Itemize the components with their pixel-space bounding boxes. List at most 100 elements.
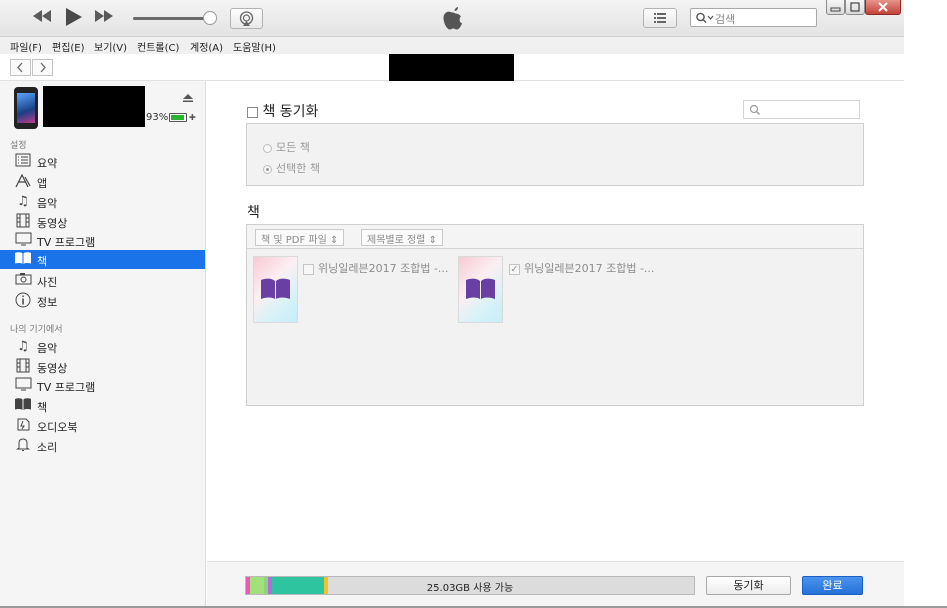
redacted-device-name [389,54,514,81]
book-cover[interactable] [458,256,503,323]
sidebar-item-label: 오디오북 [37,421,78,434]
book-sort-select[interactable]: 제목별로 정렬 ⇕ [361,229,443,246]
sidebar-item-label: 소리 [37,441,58,454]
radio-selected-books-button[interactable] [263,164,272,174]
film-icon [14,213,32,230]
radio-all-books[interactable]: 모든 책 [263,139,310,155]
books-filter-bar: 책 및 PDF 파일 ⇕ 제목별로 정렬 ⇕ [247,225,863,249]
back-button[interactable] [10,59,31,76]
book-item-1[interactable]: 위닝일레븐2017 조합법 -... [303,260,448,276]
book-checkbox-checked[interactable]: ✓ [509,263,520,275]
book-icon [14,397,32,414]
navigation-row [0,54,904,81]
sidebar-item-photos[interactable]: 사진 [0,271,205,290]
search-placeholder: 검색 [715,13,736,26]
camera-icon [14,272,32,289]
settings-section-header: 설정 [10,141,27,151]
apple-logo-icon [441,4,465,32]
play-icon[interactable] [65,7,83,32]
apps-icon [14,173,32,190]
music-note-icon: ♫ [17,194,29,209]
sidebar-item-device-music[interactable]: ♫ 음악 [0,337,205,356]
sidebar-item-device-movies[interactable]: 동영상 [0,357,205,376]
menu-help[interactable]: 도움말(H) [233,39,276,54]
sidebar-item-label: 동영상 [37,217,68,230]
books-list-box: 책 및 PDF 파일 ⇕ 제목별로 정렬 ⇕ 위닝일레븐2017 조합법 -..… [246,224,864,406]
sidebar-item-info[interactable]: 정보 [0,291,205,310]
sidebar-item-device-audiobooks[interactable]: 오디오북 [0,416,205,435]
sync-books-option[interactable]: 책 동기화 [247,101,318,121]
charging-icon: ✚ [189,113,196,122]
airplay-button[interactable] [230,8,263,29]
volume-slider[interactable] [133,17,211,20]
sidebar-item-label: 책 [37,401,48,414]
menu-file[interactable]: 파일(F) [10,39,42,54]
radio-all-books-button[interactable] [263,143,272,153]
sidebar-item-tv[interactable]: TV 프로그램 [0,231,205,250]
books-search-input[interactable] [743,100,860,119]
redacted-device-info [43,86,145,127]
sidebar-item-label: 사진 [37,276,58,289]
battery-icon [169,113,187,122]
sync-books-label: 책 동기화 [262,104,319,120]
search-input[interactable]: 검색 [690,8,817,27]
close-window-button[interactable] [865,0,901,15]
sidebar-item-label: TV 프로그램 [37,381,96,394]
sidebar-item-books[interactable]: 책 [0,250,205,269]
bell-icon [14,437,32,454]
fast-forward-icon[interactable] [94,9,114,28]
radio-selected-books-label: 선택한 책 [276,162,320,175]
radio-all-books-label: 모든 책 [276,141,310,154]
sidebar-item-apps[interactable]: 앱 [0,172,205,191]
bottom-bar: 25.03GB 사용 가능 동기화 완료 [207,561,904,608]
book-checkbox[interactable] [303,263,314,275]
maximize-icon [850,2,860,12]
battery-percentage: 93% [146,112,169,123]
book-cover[interactable] [253,256,298,323]
book-icon [14,251,32,268]
sidebar-item-movies[interactable]: 동영상 [0,212,205,231]
up-next-list-button[interactable] [643,8,677,28]
sidebar-item-label: 음악 [37,197,58,210]
book-cover-icon [466,278,495,299]
radio-selected-books[interactable]: 선택한 책 [263,160,320,176]
player-toolbar: 검색 [0,0,904,37]
sidebar-item-music[interactable]: ♫ 음악 [0,192,205,211]
done-button[interactable]: 완료 [802,576,863,595]
sidebar-item-label: 책 [37,255,48,268]
menu-account[interactable]: 계정(A) [190,39,223,54]
sidebar-item-device-books[interactable]: 책 [0,396,205,415]
sidebar-item-device-tv[interactable]: TV 프로그램 [0,376,205,395]
maximize-window-button[interactable] [845,0,865,15]
volume-knob[interactable] [203,11,217,25]
forward-button[interactable] [32,59,53,76]
sync-books-checkbox[interactable] [247,106,258,118]
menu-edit[interactable]: 편집(E) [52,39,85,54]
sidebar-item-label: TV 프로그램 [37,236,96,249]
minimize-window-button[interactable] [826,0,845,15]
airplay-icon [239,11,254,26]
storage-available-label: 25.03GB 사용 가능 [426,583,514,594]
book-type-select[interactable]: 책 및 PDF 파일 ⇕ [255,229,345,246]
book-cover-icon [261,278,290,299]
window-margin [904,0,947,608]
book-item-2[interactable]: ✓ 위닝일레븐2017 조합법 -... [509,260,654,276]
search-icon [696,12,714,24]
sidebar-item-label: 요약 [37,157,58,170]
sidebar-item-device-tones[interactable]: 소리 [0,436,205,455]
eject-icon[interactable] [182,93,194,106]
summary-icon [14,153,32,170]
search-icon [749,104,760,115]
sync-button[interactable]: 동기화 [706,576,791,595]
book-title: 위닝일레븐2017 조합법 -... [524,262,655,275]
updown-chevron-icon: ⇕ [330,235,339,246]
sync-options-box: 모든 책 선택한 책 [246,123,864,186]
rewind-icon[interactable] [32,9,52,28]
device-phone-icon [14,87,38,129]
books-panel: 책 동기화 모든 책 선택한 책 책 책 및 PDF 파일 ⇕ 제목별로 정렬 … [207,81,904,608]
sidebar: 93% ✚ 설정 요약 앱 ♫ 음악 동영상 TV 프로그램 책 사진 정보 나… [0,81,206,608]
menu-view[interactable]: 보기(V) [94,39,127,54]
sidebar-item-summary[interactable]: 요약 [0,152,205,171]
sidebar-item-label: 음악 [37,342,58,355]
menu-controls[interactable]: 컨트롤(C) [137,39,179,54]
